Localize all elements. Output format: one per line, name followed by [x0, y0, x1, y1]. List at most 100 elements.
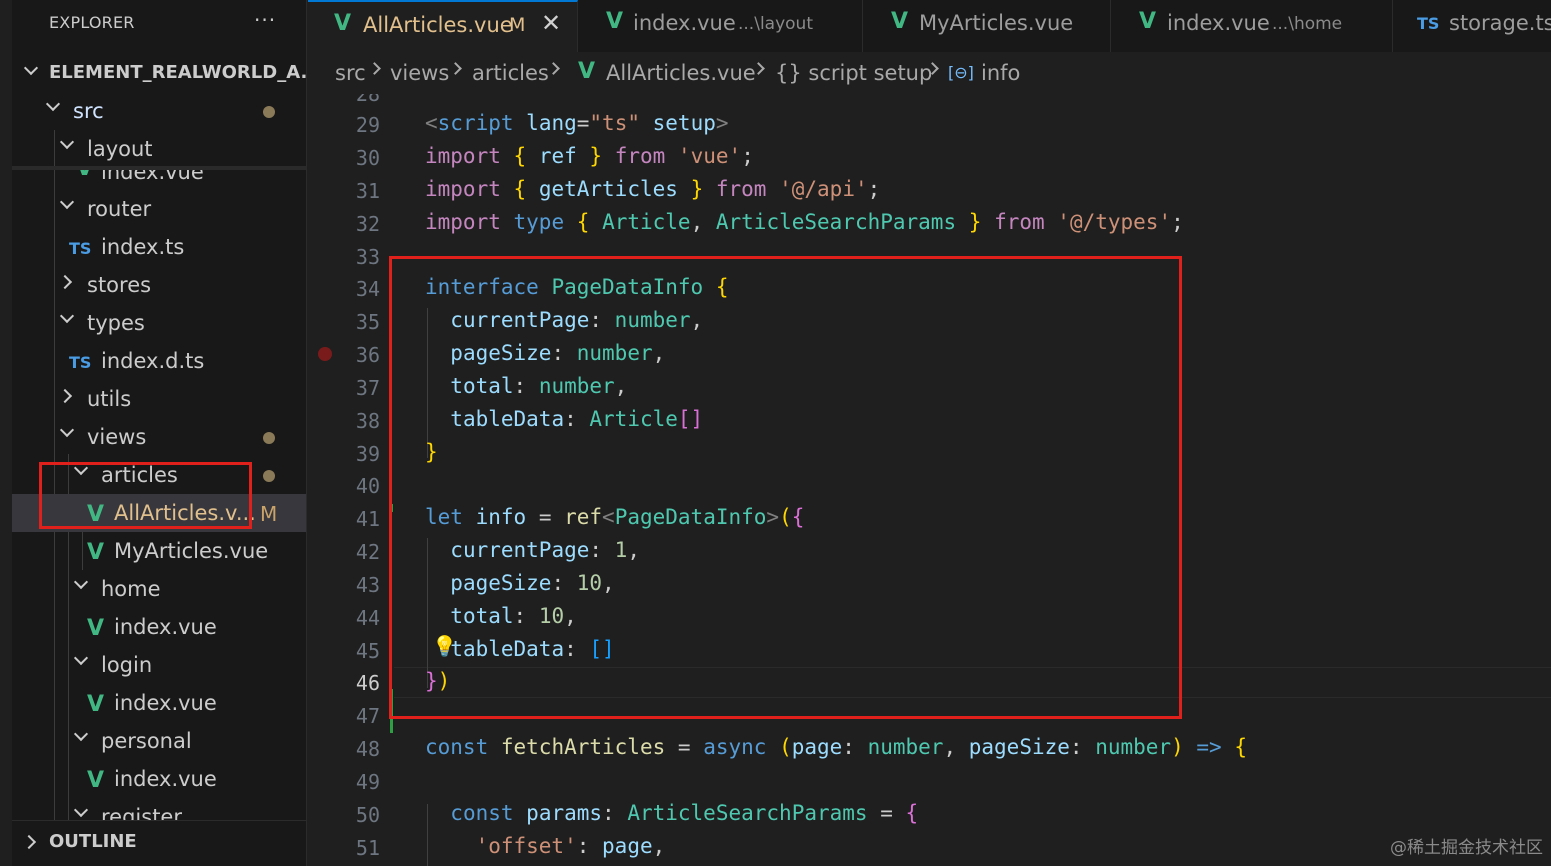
tree-folder-views[interactable]: views	[12, 418, 306, 456]
chevron-down-icon	[73, 726, 89, 742]
modified-dot-icon	[263, 432, 275, 444]
tab-myarticles[interactable]: V MyArticles.vue	[863, 0, 1111, 52]
tab-label: AllArticles.vue	[363, 13, 513, 37]
chevron-down-icon	[59, 134, 75, 150]
code-line: const params: ArticleSearchParams = {	[450, 801, 919, 825]
more-actions-icon[interactable]: ···	[254, 8, 276, 32]
current-line-highlight	[394, 667, 1551, 698]
tab-layout-index[interactable]: V index.vue ...\layout	[578, 0, 863, 52]
line-number: 29	[355, 113, 380, 137]
tree-label: index.vue	[114, 691, 217, 715]
tab-allarticles[interactable]: V AllArticles.vue M ✕	[308, 0, 578, 52]
variable-symbol-icon: [⊖]	[948, 63, 974, 82]
breadcrumb-item[interactable]: src	[335, 61, 366, 85]
chevron-right-icon	[57, 274, 73, 290]
vue-icon: V	[1139, 9, 1157, 34]
vue-icon: V	[87, 616, 105, 641]
code-line: }	[425, 440, 438, 464]
tree-folder-register[interactable]: register	[12, 798, 306, 820]
tree-folder-stores[interactable]: stores	[12, 266, 306, 304]
tree-file-personal-index[interactable]: V index.vue	[12, 760, 306, 798]
breadcrumb-item[interactable]: info	[981, 61, 1020, 85]
outline-title: OUTLINE	[49, 831, 137, 852]
code-line: currentPage: 1,	[450, 538, 640, 562]
tree-folder-login[interactable]: login	[12, 646, 306, 684]
breadcrumb-item[interactable]: {} script setup	[775, 61, 932, 85]
line-number: 38	[355, 409, 380, 433]
chevron-right-icon	[57, 388, 73, 404]
vue-icon: V	[87, 502, 105, 527]
vue-icon: V	[334, 11, 352, 36]
vue-icon: V	[606, 9, 624, 34]
tab-label: storage.ts	[1449, 11, 1551, 35]
code-editor[interactable]: 28 29 30 31 32 33 34 35 36 37 38 39 40 4…	[308, 94, 1551, 866]
tree-folder-personal[interactable]: personal	[12, 722, 306, 760]
line-number: 48	[355, 737, 380, 761]
code-line: interface PageDataInfo {	[425, 275, 729, 299]
modified-badge: M	[260, 502, 278, 526]
git-change-marker	[390, 689, 393, 733]
breadcrumb-item[interactable]: AllArticles.vue	[606, 61, 756, 85]
outline-section[interactable]: OUTLINE	[12, 820, 306, 866]
tree-folder-types[interactable]: types	[12, 304, 306, 342]
tree-folder-src[interactable]: src	[12, 92, 306, 130]
tab-label: index.vue	[1167, 11, 1270, 35]
tree-label: utils	[87, 387, 132, 411]
breadcrumb: src views articles V AllArticles.vue {} …	[308, 52, 1551, 94]
tree-folder-router[interactable]: router	[12, 190, 306, 228]
chevron-down-icon	[73, 574, 89, 590]
chevron-down-icon	[73, 650, 89, 666]
tab-storage[interactable]: TS storage.ts	[1393, 0, 1551, 52]
code-line: pageSize: 10,	[450, 571, 615, 595]
chevron-down-icon	[45, 96, 61, 112]
chevron-down-icon	[59, 422, 75, 438]
line-number: 28	[355, 94, 380, 106]
modified-badge: M	[509, 14, 526, 36]
lightbulb-icon[interactable]: 💡	[432, 634, 457, 658]
tree-label: personal	[101, 729, 192, 753]
line-number: 44	[355, 606, 380, 630]
breadcrumb-item[interactable]: articles	[472, 61, 549, 85]
tab-home-index[interactable]: V index.vue ...\home	[1111, 0, 1393, 52]
chevron-right-icon	[368, 62, 381, 75]
tree-folder-utils[interactable]: utils	[12, 380, 306, 418]
tree-folder-home[interactable]: home	[12, 570, 306, 608]
workspace-root[interactable]: ELEMENT_REALWORLD_A...	[12, 56, 306, 90]
tree-file-router-index[interactable]: TS index.ts	[12, 228, 306, 266]
tree-folder-layout[interactable]: layout	[12, 130, 306, 166]
code-line: tableData: Article[]	[450, 407, 704, 431]
tree-file-types-index[interactable]: TS index.d.ts	[12, 342, 306, 380]
tree-file-allarticles[interactable]: V AllArticles.v... M	[12, 494, 306, 532]
tree-label: home	[101, 577, 161, 601]
tree-label: index.d.ts	[101, 349, 205, 373]
chevron-right-icon	[449, 62, 462, 75]
tree-label: login	[101, 653, 153, 677]
close-icon[interactable]: ✕	[541, 9, 561, 37]
line-number: 51	[355, 836, 380, 860]
tree-label: views	[87, 425, 147, 449]
modified-dot-icon	[263, 106, 275, 118]
tree-file-home-index[interactable]: V index.vue	[12, 608, 306, 646]
line-number: 30	[355, 146, 380, 170]
line-number: 36	[355, 343, 380, 367]
tree-folder-articles[interactable]: articles	[12, 456, 306, 494]
tree-label: MyArticles.vue	[114, 539, 269, 563]
code-line: <script lang="ts" setup>	[425, 111, 729, 135]
tree-file-myarticles[interactable]: V MyArticles.vue	[12, 532, 306, 570]
line-number: 40	[355, 474, 380, 498]
code-line: })	[425, 669, 451, 693]
code-line: pageSize: number,	[450, 341, 666, 365]
chevron-down-icon	[23, 60, 39, 76]
tree-file-login-index[interactable]: V index.vue	[12, 684, 306, 722]
watermark: @稀土掘金技术社区	[1390, 838, 1543, 858]
code-line: 'offset': page,	[475, 834, 666, 858]
sticky-scroll-shadow	[12, 166, 306, 170]
code-line: import type { Article, ArticleSearchPara…	[425, 210, 1184, 234]
vue-icon: V	[87, 540, 105, 565]
tree-label: types	[87, 311, 145, 335]
git-change-marker	[390, 504, 393, 512]
breadcrumb-item[interactable]: views	[390, 61, 449, 85]
tree-label: AllArticles.v...	[114, 501, 256, 525]
line-number: 33	[355, 245, 380, 269]
explorer-sidebar: EXPLORER ··· ELEMENT_REALWORLD_A... src …	[0, 0, 307, 866]
